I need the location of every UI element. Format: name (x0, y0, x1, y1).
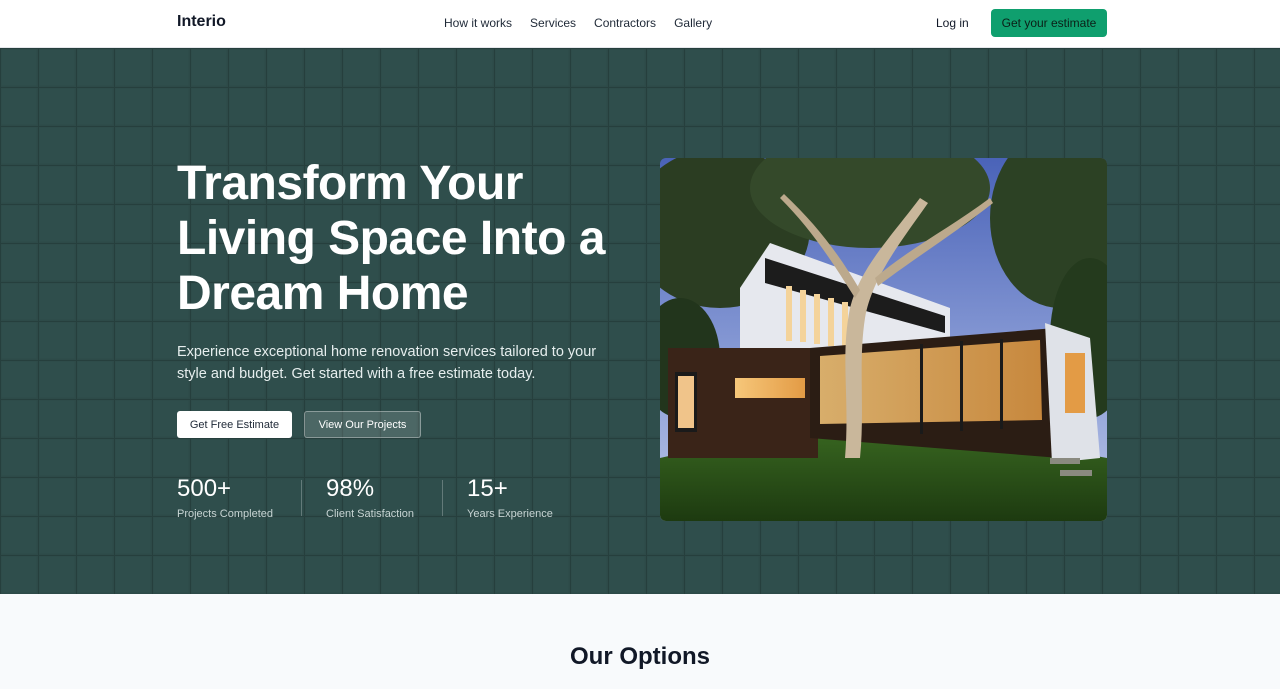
login-link[interactable]: Log in (936, 16, 969, 30)
nav-how-it-works[interactable]: How it works (444, 16, 512, 30)
hero-title-line-3: Dream Home (177, 267, 469, 320)
site-header: Interio How it works Services Contractor… (0, 0, 1280, 48)
hero-title-line-1: Transform Your (177, 157, 523, 210)
main-nav: How it works Services Contractors Galler… (444, 16, 712, 30)
modern-house-photo (660, 158, 1107, 521)
stat-value: 500+ (177, 475, 232, 502)
stat-satisfaction: 98% Client Satisfaction (326, 475, 415, 521)
nav-contractors[interactable]: Contractors (594, 16, 656, 30)
view-projects-button[interactable]: View Our Projects (304, 411, 421, 438)
stat-divider (301, 480, 302, 516)
get-free-estimate-button[interactable]: Get Free Estimate (177, 411, 292, 438)
stat-label: Years Experience (467, 508, 553, 520)
section-title: Our Options (570, 643, 710, 670)
stat-experience: 15+ Years Experience (467, 475, 553, 521)
get-estimate-button[interactable]: Get your estimate (991, 9, 1107, 37)
stat-projects: 500+ Projects Completed (177, 475, 273, 521)
hero-section: Transform Your Living Space Into a Dream… (0, 48, 1280, 594)
stat-label: Projects Completed (177, 508, 273, 520)
stat-value: 98% (326, 475, 375, 502)
hero-subtitle: Experience exceptional home renovation s… (177, 344, 597, 382)
hero-title-line-2: Living Space Into a (177, 212, 605, 265)
house-illustration (660, 158, 1107, 521)
stat-value: 15+ (467, 475, 508, 502)
nav-services[interactable]: Services (530, 16, 576, 30)
nav-gallery[interactable]: Gallery (674, 16, 712, 30)
brand-logo[interactable]: Interio (177, 13, 226, 31)
stat-label: Client Satisfaction (326, 508, 415, 520)
hero-title: Transform Your Living Space Into a Dream… (177, 156, 627, 321)
stat-divider (442, 480, 443, 516)
